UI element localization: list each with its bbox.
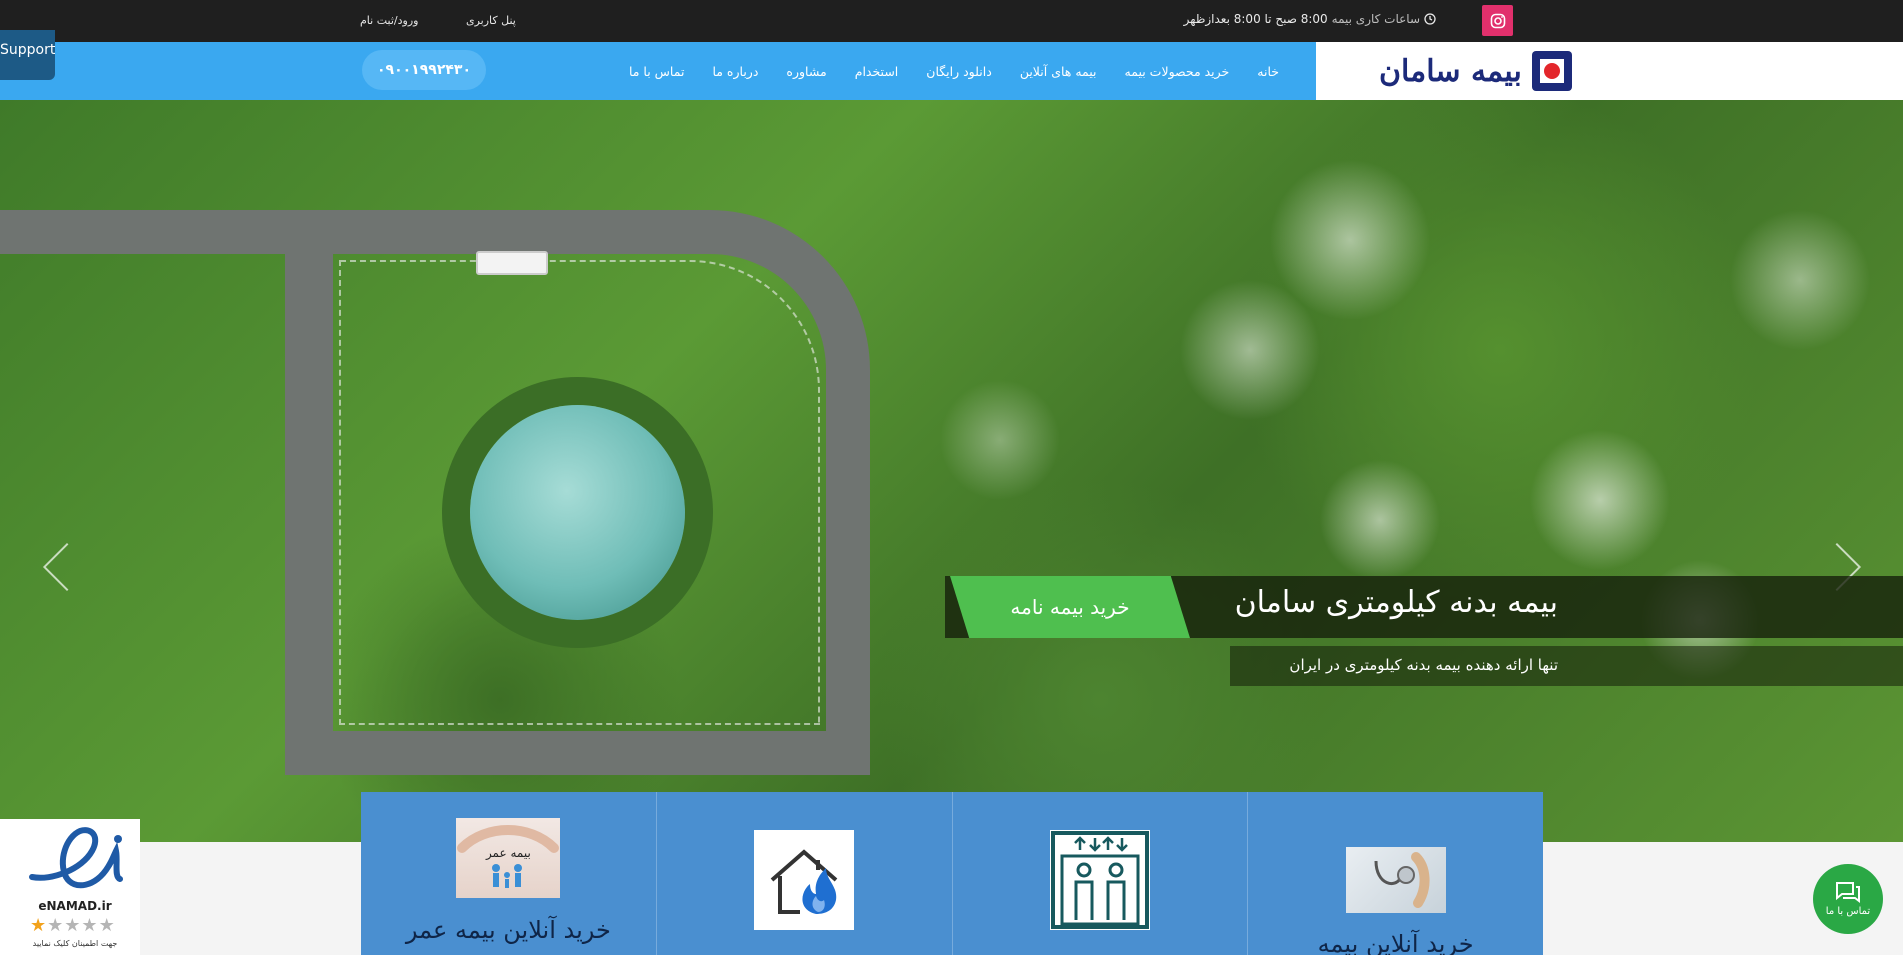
hero-pond-decor (470, 405, 685, 620)
contact-us-fab[interactable]: تماس با ما (1813, 864, 1883, 934)
clock-icon (1424, 13, 1436, 25)
enamad-logo-icon (29, 827, 123, 889)
star-icon: ★ (64, 915, 82, 936)
life-insurance-image: بیمه عمر (456, 818, 561, 898)
elevator-icon (1049, 830, 1150, 930)
product-card-elevator[interactable] (951, 792, 1248, 955)
phone-button[interactable]: ۰۹۰۰۱۹۹۲۴۳۰ (362, 50, 486, 90)
buy-policy-button[interactable]: خرید بیمه نامه (950, 576, 1190, 638)
life-insurance-image-label: بیمه عمر (485, 846, 531, 860)
product-card-life[interactable]: بیمه عمر خرید آنلاین بیمه عمر (361, 792, 656, 955)
stethoscope-icon (1345, 847, 1446, 913)
instagram-button[interactable] (1482, 5, 1513, 36)
nav-item-buy-products[interactable]: خرید محصولات بیمه (1111, 64, 1244, 79)
star-icon: ★ (47, 915, 65, 936)
nav-menu: خانه خرید محصولات بیمه بیمه های آنلاین د… (615, 42, 1293, 100)
buy-policy-label: خرید بیمه نامه (1010, 595, 1130, 619)
nav-item-online-insurance[interactable]: بیمه های آنلاین (1006, 64, 1111, 79)
login-register-link[interactable]: ورود/ثبت نام (360, 14, 418, 27)
slider-prev-arrow[interactable] (42, 542, 92, 592)
star-icon: ★ (98, 915, 116, 936)
product-card-title: خرید آنلاین بیمه عمر (405, 916, 611, 944)
site-logo[interactable]: بیمه سامان (1379, 49, 1574, 93)
hours-value: 8:00 صبح تا 8:00 بعدازظهر (1183, 12, 1328, 26)
hours-prefix: ساعات کاری بیمه (1331, 12, 1420, 26)
product-card-fire[interactable] (655, 792, 952, 955)
product-cards: خرید آنلاین بیمه بیمه عمر خرید آنلاین بی… (361, 792, 1543, 955)
logo-text: بیمه سامان (1379, 53, 1523, 89)
nav-item-home[interactable]: خانه (1243, 64, 1293, 79)
contact-us-label: تماس با ما (1825, 906, 1871, 917)
enamad-label: eNAMAD.ir (38, 899, 112, 913)
nav-item-about[interactable]: درباره ما (698, 64, 772, 79)
instagram-icon (1490, 13, 1505, 28)
logo-mark-icon (1530, 49, 1574, 93)
chat-icon (1836, 882, 1860, 903)
product-card-title: خرید آنلاین بیمه (1317, 930, 1474, 955)
support-tab[interactable]: Support (0, 30, 55, 80)
nav-item-free-download[interactable]: دانلود رایگان (912, 64, 1006, 79)
nav-item-consulting[interactable]: مشاوره (772, 64, 840, 79)
enamad-rating: ★★★★★ (30, 915, 116, 936)
hero-road-decor (0, 210, 300, 254)
working-hours: ساعات کاری بیمه 8:00 صبح تا 8:00 بعدازظه… (1184, 12, 1436, 26)
star-icon: ★ (30, 915, 48, 936)
hero-title: بیمه بدنه کیلومتری سامان (1234, 585, 1558, 620)
hero-car-decor (476, 251, 548, 275)
main-nav: خانه خرید محصولات بیمه بیمه های آنلاین د… (0, 42, 1316, 100)
enamad-badge[interactable]: eNAMAD.ir ★★★★★ جهت اطمینان کلیک نمایید (0, 819, 140, 955)
product-card-health[interactable]: خرید آنلاین بیمه (1247, 792, 1543, 955)
support-label: Support (0, 42, 55, 58)
star-icon: ★ (81, 915, 99, 936)
top-bar: ساعات کاری بیمه 8:00 صبح تا 8:00 بعدازظه… (0, 0, 1903, 42)
hero-subtitle: تنها ارائه دهنده بیمه بدنه کیلومتری در ا… (1289, 656, 1558, 674)
user-panel-link[interactable]: پنل کاربری (466, 14, 516, 27)
hero-slider (0, 100, 1903, 842)
nav-item-careers[interactable]: استخدام (841, 64, 913, 79)
nav-item-contact[interactable]: تماس با ما (615, 64, 699, 79)
house-fire-icon (754, 830, 855, 930)
enamad-note: جهت اطمینان کلیک نمایید (32, 939, 118, 948)
